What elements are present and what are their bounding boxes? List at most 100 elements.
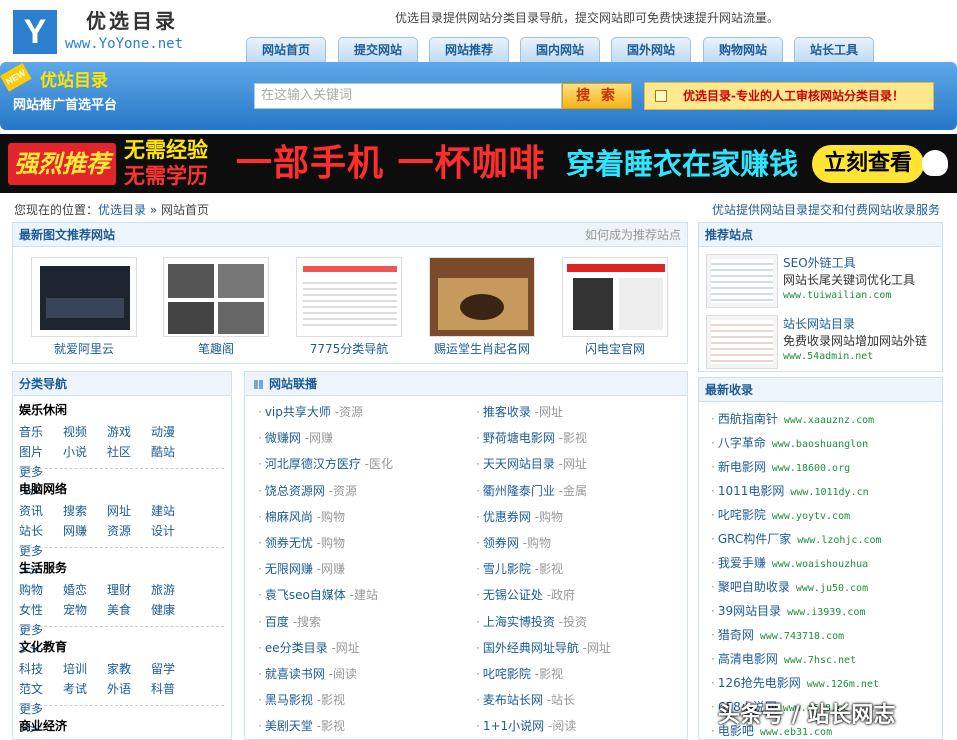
alliance-item[interactable]: · 上海实博投资 -投资 (476, 613, 587, 630)
latest-link[interactable]: GRC构件厂家 (718, 532, 791, 546)
category-link[interactable]: 资源 (107, 521, 151, 541)
ad-banner[interactable]: 强烈推荐 无需经验 无需学历 一部手机 一杯咖啡 穿着睡衣在家赚钱 立刻查看 (0, 134, 957, 193)
alliance-link[interactable]: 麦布站长网 (483, 693, 543, 707)
featured-item[interactable]: 闪电宝官网 (562, 257, 668, 357)
category-link[interactable]: 考试 (63, 679, 107, 699)
alliance-link[interactable]: 棉麻风尚 (265, 510, 313, 524)
alliance-link[interactable]: 黑马影视 (265, 693, 313, 707)
alliance-link[interactable]: 领券网 (483, 536, 519, 550)
alliance-item[interactable]: · 饶总资源网 -资源 (258, 482, 357, 499)
category-link[interactable]: 旅游 (151, 580, 195, 600)
alliance-item[interactable]: · 推客收录 -网址 (476, 403, 563, 420)
latest-item[interactable]: · 聚吧自助收录 www.ju50.com (711, 578, 868, 595)
category-link[interactable]: 搜索 (63, 501, 107, 521)
category-link[interactable]: 外语 (107, 679, 151, 699)
category-link[interactable]: 宠物 (63, 600, 107, 620)
alliance-item[interactable]: · 河北厚德汉方医疗 -医化 (258, 455, 393, 472)
alliance-item[interactable]: · 雪儿影院 -影视 (476, 560, 563, 577)
alliance-item[interactable]: · 领券网 -购物 (476, 534, 551, 551)
recommended-name[interactable]: 站长网站目录 (783, 315, 855, 332)
latest-link[interactable]: 猎奇网 (718, 628, 754, 642)
latest-link[interactable]: 39网站目录 (718, 604, 781, 618)
nav-tools[interactable]: 站长工具 (794, 37, 874, 62)
category-link[interactable]: 网址 (107, 501, 151, 521)
category-link[interactable]: 网赚 (63, 521, 107, 541)
featured-item[interactable]: 就爱阿里云 (31, 257, 137, 357)
alliance-item[interactable]: · 优惠券网 -购物 (476, 508, 563, 525)
nav-shopping[interactable]: 购物网站 (703, 37, 783, 62)
category-link[interactable]: 酷站 (151, 442, 195, 462)
alliance-link[interactable]: 饶总资源网 (265, 484, 325, 498)
latest-link[interactable]: 新电影网 (718, 460, 766, 474)
latest-link[interactable]: 高清电影网 (718, 652, 778, 666)
featured-item[interactable]: 笔趣阁 (163, 257, 269, 357)
category-link[interactable]: 培训 (63, 659, 107, 679)
alliance-link[interactable]: 天天网站目录 (483, 457, 555, 471)
category-link[interactable]: 婚恋 (63, 580, 107, 600)
alliance-link[interactable]: 微赚网 (265, 431, 301, 445)
service-link[interactable]: 优站提供网站目录提交和付费网站收录服务 (712, 201, 940, 218)
alliance-item[interactable]: · 就喜读书网 -阅读 (258, 665, 357, 682)
nav-home[interactable]: 网站首页 (246, 37, 326, 62)
alliance-link[interactable]: 无限网赚 (265, 562, 313, 576)
search-input[interactable]: 在这输入关键词 (254, 83, 562, 109)
alliance-link[interactable]: 无锡公证处 (483, 588, 543, 602)
alliance-link[interactable]: 袁飞seo自媒体 (265, 588, 346, 602)
category-link[interactable]: 美食 (107, 600, 151, 620)
search-button[interactable]: 搜 索 (562, 83, 632, 109)
category-link[interactable]: 范文 (19, 679, 63, 699)
alliance-item[interactable]: · 野荷塘电影网 -影视 (476, 429, 587, 446)
alliance-item[interactable]: · ee分类目录 -网址 (258, 639, 360, 656)
category-link[interactable]: 家教 (107, 659, 151, 679)
alliance-item[interactable]: · 黑马影视 -影视 (258, 691, 345, 708)
notice-bar[interactable]: 优选目录-专业的人工审核网站分类目录！ (644, 82, 934, 110)
alliance-link[interactable]: 就喜读书网 (265, 667, 325, 681)
alliance-item[interactable]: · 1+1小说网 -阅读 (476, 717, 576, 734)
alliance-item[interactable]: · 国外经典网址导航 -网址 (476, 639, 611, 656)
latest-item[interactable]: · GRC构件厂家 www.lzohjc.com (711, 530, 882, 547)
latest-link[interactable]: 西航指南针 (718, 412, 778, 426)
category-link[interactable]: 游戏 (107, 422, 151, 442)
latest-item[interactable]: · 叱咤影院 www.yoytv.com (711, 506, 850, 523)
category-link[interactable]: 科技 (19, 659, 63, 679)
alliance-link[interactable]: 河北厚德汉方医疗 (265, 457, 361, 471)
latest-item[interactable]: · 1011电影网 www.1011dy.cn (711, 482, 869, 499)
alliance-item[interactable]: · 叱咤影院 -影视 (476, 665, 563, 682)
featured-more-link[interactable]: 如何成为推荐站点 (585, 223, 681, 247)
category-link[interactable]: 留学 (151, 659, 195, 679)
category-link[interactable]: 科普 (151, 679, 195, 699)
nav-submit[interactable]: 提交网站 (338, 37, 418, 62)
category-link[interactable]: 建站 (151, 501, 195, 521)
alliance-item[interactable]: · 美剧天堂 -影视 (258, 717, 345, 734)
category-link[interactable]: 视频 (63, 422, 107, 442)
latest-link[interactable]: 126抢先电影网 (718, 676, 801, 690)
featured-item[interactable]: 赐运堂生肖起名网 (429, 257, 535, 357)
category-link[interactable]: 理财 (107, 580, 151, 600)
latest-link[interactable]: 八字革命 (718, 436, 766, 450)
latest-item[interactable]: · 猎奇网 www.743718.com (711, 626, 844, 643)
alliance-item[interactable]: · 衢州隆泰门业 -金属 (476, 482, 587, 499)
category-link[interactable]: 站长 (19, 521, 63, 541)
featured-item[interactable]: 7775分类导航 (296, 257, 402, 357)
alliance-item[interactable]: · 棉麻风尚 -购物 (258, 508, 345, 525)
nav-foreign[interactable]: 国外网站 (611, 37, 691, 62)
category-link[interactable]: 图片 (19, 442, 63, 462)
alliance-link[interactable]: 推客收录 (483, 405, 531, 419)
alliance-link[interactable]: 叱咤影院 (483, 667, 531, 681)
alliance-item[interactable]: · 麦布站长网 -站长 (476, 691, 575, 708)
alliance-item[interactable]: · 无限网赚 -网赚 (258, 560, 345, 577)
category-link[interactable]: 资讯 (19, 501, 63, 521)
category-link[interactable]: 动漫 (151, 422, 195, 442)
category-link[interactable]: 小说 (63, 442, 107, 462)
alliance-item[interactable]: · 袁飞seo自媒体 -建站 (258, 586, 378, 603)
latest-link[interactable]: 1011电影网 (718, 484, 785, 498)
category-link[interactable]: 女性 (19, 600, 63, 620)
alliance-link[interactable]: 百度 (265, 615, 289, 629)
alliance-link[interactable]: 衢州隆泰门业 (483, 484, 555, 498)
alliance-link[interactable]: vip共享大师 (265, 405, 331, 419)
alliance-link[interactable]: ee分类目录 (265, 641, 328, 655)
category-link[interactable]: 健康 (151, 600, 195, 620)
latest-item[interactable]: · 39网站目录 www.i3939.com (711, 602, 865, 619)
ad-button[interactable]: 立刻查看 (812, 145, 924, 183)
latest-link[interactable]: 聚吧自助收录 (718, 580, 790, 594)
